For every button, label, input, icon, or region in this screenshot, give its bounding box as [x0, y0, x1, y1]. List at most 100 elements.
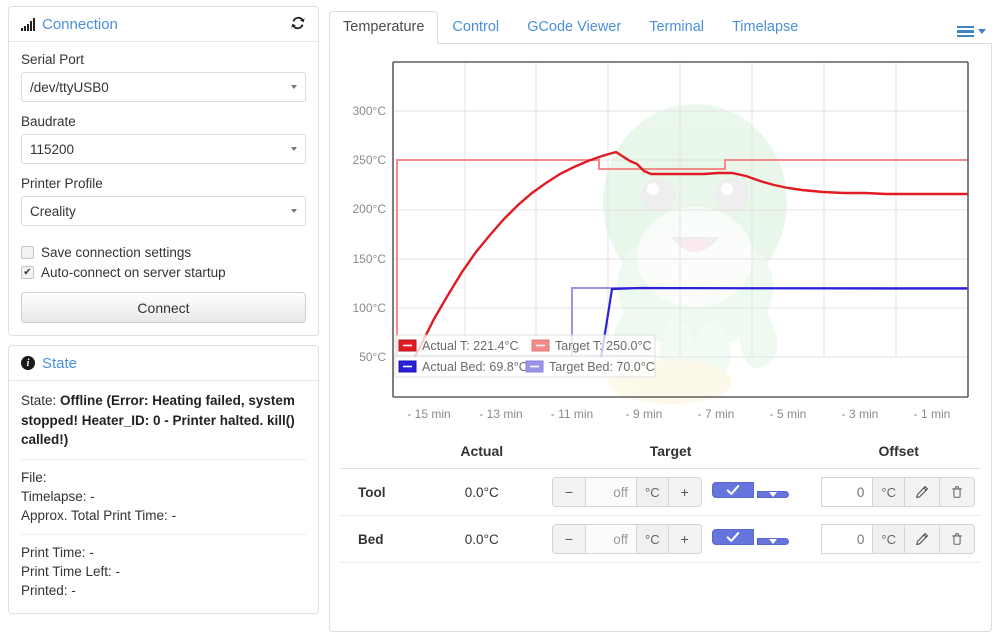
- target-presets-dropdown-tool[interactable]: [757, 491, 790, 498]
- target-controls-tool: − off °C +: [524, 468, 817, 516]
- trash-icon: [952, 533, 962, 545]
- save-connection-settings-checkbox[interactable]: [21, 246, 34, 259]
- check-icon: [727, 485, 740, 495]
- delete-offset-button-bed[interactable]: [939, 524, 975, 554]
- approx-total-print-time-row: Approx. Total Print Time: -: [21, 508, 177, 523]
- info-icon: i: [21, 356, 35, 370]
- connection-panel-body: Serial Port /dev/ttyUSB0 Baudrate 115200…: [9, 42, 318, 335]
- actual-temp-tool: 0.0°C: [438, 468, 525, 516]
- tab-timelapse[interactable]: Timelapse: [718, 11, 812, 44]
- svg-text:300°C: 300°C: [353, 104, 387, 118]
- tab-temperature[interactable]: Temperature: [329, 11, 439, 44]
- caret-down-icon: [769, 539, 778, 544]
- legend-target-tool: Target T: 250.0°C: [555, 339, 652, 353]
- trash-icon: [952, 486, 962, 498]
- file-row: File:: [21, 469, 47, 485]
- header-actual: Actual: [438, 434, 525, 469]
- connect-button[interactable]: Connect: [21, 292, 306, 323]
- caret-down-icon: [978, 28, 986, 34]
- refresh-icon[interactable]: [290, 15, 306, 33]
- increase-target-button-bed[interactable]: +: [667, 524, 702, 554]
- apply-target-button-bed[interactable]: [712, 529, 755, 545]
- chart-legend: Actual T: 221.4°C Target T: 250.0°C Actu…: [394, 334, 656, 378]
- serial-port-value: /dev/ttyUSB0: [21, 72, 306, 102]
- baudrate-value: 115200: [21, 134, 306, 164]
- chevron-down-icon: [291, 147, 297, 151]
- offset-input-group-tool: 0 °C: [821, 477, 975, 507]
- target-controls-bed: − off °C +: [524, 515, 817, 563]
- tab-bar: Temperature Control GCode Viewer Termina…: [329, 6, 992, 44]
- print-time-row: Print Time: -: [21, 545, 94, 561]
- header-blank: [340, 434, 439, 469]
- offset-input-bed[interactable]: 0: [821, 524, 874, 554]
- autoconnect-row[interactable]: ✔ Auto-connect on server startup: [21, 265, 306, 280]
- actual-temp-bed: 0.0°C: [438, 515, 525, 563]
- state-prefix: State:: [21, 393, 57, 408]
- autoconnect-label: Auto-connect on server startup: [41, 265, 226, 280]
- svg-text:200°C: 200°C: [353, 202, 387, 216]
- temperature-tab-panel: 300°C 250°C 200°C 150°C 100°C 50°C Actua…: [329, 44, 992, 632]
- offset-unit-bed: °C: [872, 524, 905, 554]
- state-panel-header: i State: [9, 346, 318, 381]
- baudrate-label: Baudrate: [21, 114, 76, 129]
- save-connection-settings-row[interactable]: Save connection settings: [21, 245, 306, 260]
- row-label-bed: Bed: [340, 515, 439, 563]
- serial-port-label: Serial Port: [21, 52, 85, 67]
- chevron-down-icon: [291, 209, 297, 213]
- offset-controls-bed: 0 °C: [816, 515, 981, 563]
- printer-profile-label: Printer Profile: [21, 176, 103, 191]
- svg-text:- 5 min: - 5 min: [770, 407, 807, 421]
- serial-port-select[interactable]: /dev/ttyUSB0: [21, 72, 306, 102]
- save-connection-settings-label: Save connection settings: [41, 245, 192, 260]
- tab-gcode-viewer[interactable]: GCode Viewer: [513, 11, 635, 44]
- offset-controls-tool: 0 °C: [816, 468, 981, 516]
- svg-text:50°C: 50°C: [359, 350, 386, 364]
- main-content: Temperature Control GCode Viewer Termina…: [327, 0, 1000, 634]
- sidebar: Connection Serial Port /dev/ttyUSB0 Baud…: [0, 0, 327, 634]
- offset-input-tool[interactable]: 0: [821, 477, 874, 507]
- svg-text:- 15 min: - 15 min: [407, 407, 450, 421]
- legend-target-bed: Target Bed: 70.0°C: [549, 360, 655, 374]
- divider: [21, 458, 306, 460]
- autoconnect-checkbox[interactable]: ✔: [21, 266, 34, 279]
- target-input-tool[interactable]: off: [585, 477, 638, 507]
- target-presets-dropdown-bed[interactable]: [757, 538, 790, 545]
- state-panel-title: State: [42, 354, 78, 372]
- printer-profile-select[interactable]: Creality: [21, 196, 306, 226]
- temperature-table: Actual Target Offset Tool 0.0°C − off °C…: [340, 434, 981, 563]
- tab-terminal[interactable]: Terminal: [635, 11, 718, 44]
- row-label-tool: Tool: [340, 468, 439, 516]
- hamburger-menu-icon[interactable]: [957, 25, 986, 37]
- svg-text:- 13 min: - 13 min: [479, 407, 522, 421]
- state-panel: i State State: Offline (Error: Heating f…: [8, 345, 319, 614]
- connection-panel: Connection Serial Port /dev/ttyUSB0 Baud…: [8, 6, 319, 336]
- state-panel-body: State: Offline (Error: Heating failed, s…: [9, 381, 318, 613]
- connection-panel-header: Connection: [9, 7, 318, 42]
- target-unit-tool: °C: [636, 477, 669, 507]
- legend-actual-tool: Actual T: 221.4°C: [422, 339, 519, 353]
- chart-gridlines: [393, 62, 968, 358]
- tab-control[interactable]: Control: [438, 11, 513, 44]
- decrease-target-button-tool[interactable]: −: [552, 477, 587, 507]
- printed-row: Printed: -: [21, 583, 76, 599]
- target-input-bed[interactable]: off: [585, 524, 638, 554]
- offset-input-group-bed: 0 °C: [821, 524, 975, 554]
- header-offset: Offset: [816, 434, 981, 469]
- table-row: Bed 0.0°C − off °C + 0 °C: [340, 515, 981, 563]
- svg-text:250°C: 250°C: [353, 153, 387, 167]
- state-value: Offline (Error: Heating failed, system s…: [21, 393, 295, 448]
- svg-text:- 3 min: - 3 min: [842, 407, 879, 421]
- offset-unit-tool: °C: [872, 477, 905, 507]
- svg-text:- 11 min: - 11 min: [551, 407, 593, 421]
- baudrate-select[interactable]: 115200: [21, 134, 306, 164]
- edit-offset-button-bed[interactable]: [904, 524, 940, 554]
- increase-target-button-tool[interactable]: +: [667, 477, 702, 507]
- connection-panel-title: Connection: [42, 15, 118, 33]
- edit-offset-button-tool[interactable]: [904, 477, 940, 507]
- legend-actual-bed: Actual Bed: 69.8°C: [422, 360, 528, 374]
- delete-offset-button-tool[interactable]: [939, 477, 975, 507]
- apply-target-button-tool[interactable]: [712, 482, 755, 498]
- decrease-target-button-bed[interactable]: −: [552, 524, 587, 554]
- timelapse-row: Timelapse: -: [21, 488, 95, 504]
- divider: [21, 534, 306, 536]
